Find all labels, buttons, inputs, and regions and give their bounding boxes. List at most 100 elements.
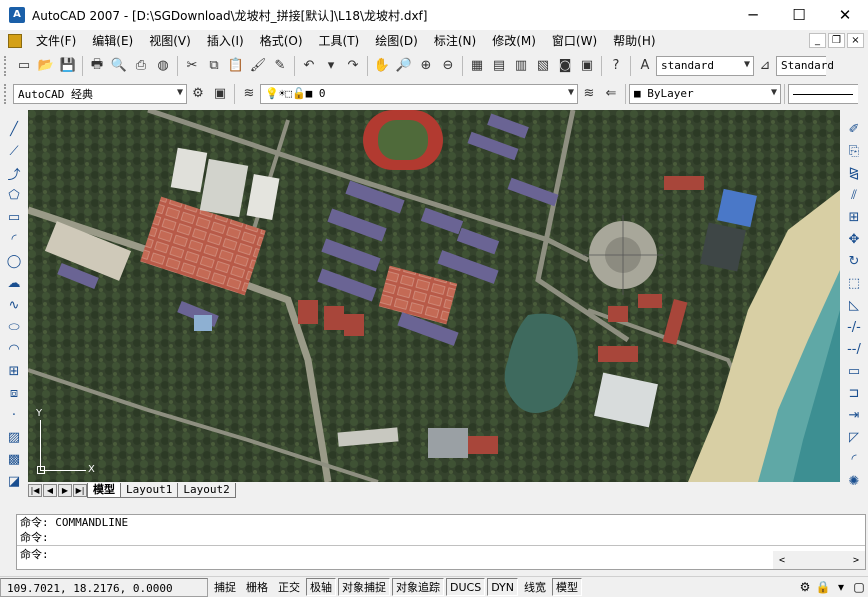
region-icon[interactable]: ◪ [3, 470, 25, 492]
spline-icon[interactable]: ∿ [3, 294, 25, 316]
join-icon[interactable]: ⇥ [843, 404, 865, 426]
tab-layout1[interactable]: Layout1 [120, 482, 179, 498]
calculator-icon[interactable]: ▣ [576, 55, 598, 77]
layer-select[interactable]: 💡☀⬚🔓■ 0 ▼ [260, 83, 578, 104]
match-properties-icon[interactable]: 🖌 [247, 55, 269, 77]
model-toggle[interactable]: 模型 [552, 578, 583, 596]
maximize-button[interactable]: ☐ [776, 0, 822, 30]
command-history[interactable]: 命令: COMMANDLINE 命令: 命令: < > [16, 514, 866, 570]
break-at-point-icon[interactable]: ▭ [843, 360, 865, 382]
design-center-icon[interactable]: ▤ [488, 55, 510, 77]
construction-line-icon[interactable]: ⟋ [3, 140, 25, 162]
doc-restore-button[interactable]: ❐ [828, 33, 845, 48]
cut-icon[interactable]: ✂ [181, 55, 203, 77]
move-icon[interactable]: ✥ [843, 228, 865, 250]
pan-icon[interactable]: ✋ [371, 55, 393, 77]
point-icon[interactable]: · [3, 404, 25, 426]
rotate-icon[interactable]: ↻ [843, 250, 865, 272]
extend-icon[interactable]: --/ [843, 338, 865, 360]
text-style-select[interactable]: standard ▼ [656, 55, 754, 76]
drawing-canvas[interactable]: Y X [28, 110, 840, 482]
markup-icon[interactable]: ◙ [554, 55, 576, 77]
scroll-left-icon[interactable]: < [779, 555, 785, 566]
zoom-realtime-icon[interactable]: 🔎 [393, 55, 415, 77]
snap-toggle[interactable]: 捕捉 [210, 578, 240, 596]
document-icon[interactable] [8, 34, 22, 48]
gradient-icon[interactable]: ▩ [3, 448, 25, 470]
menu-tools[interactable]: 工具(T) [311, 30, 368, 52]
rectangle-icon[interactable]: ▭ [3, 206, 25, 228]
trim-icon[interactable]: -/- [843, 316, 865, 338]
stretch-icon[interactable]: ◺ [843, 294, 865, 316]
revision-cloud-icon[interactable]: ☁ [3, 272, 25, 294]
clean-screen-icon[interactable]: ▢ [850, 578, 868, 596]
autocad-icon[interactable]: A [9, 7, 25, 23]
publish-icon[interactable]: ⎙ [130, 55, 152, 77]
chamfer-icon[interactable]: ◸ [843, 426, 865, 448]
menu-view[interactable]: 视图(V) [141, 30, 199, 52]
close-button[interactable]: ✕ [822, 0, 868, 30]
first-tab-button[interactable]: |◀ [28, 483, 42, 497]
3d-dwf-icon[interactable]: ◍ [152, 55, 174, 77]
make-layer-current-icon[interactable]: ≋ [578, 83, 600, 105]
insert-block-icon[interactable]: ⊞ [3, 360, 25, 382]
help-icon[interactable]: ? [605, 55, 627, 77]
properties-icon[interactable]: ▦ [466, 55, 488, 77]
menu-file[interactable]: 文件(F) [28, 30, 84, 52]
open-file-icon[interactable]: 📂 [35, 55, 57, 77]
sheet-set-icon[interactable]: ▧ [532, 55, 554, 77]
make-block-icon[interactable]: ⧈ [3, 382, 25, 404]
menu-edit[interactable]: 编辑(E) [84, 30, 141, 52]
menu-draw[interactable]: 绘图(D) [367, 30, 426, 52]
undo-icon[interactable]: ↶ [298, 55, 320, 77]
doc-close-button[interactable]: × [847, 33, 864, 48]
ducs-toggle[interactable]: DUCS [446, 578, 486, 596]
ellipse-arc-icon[interactable]: ◠ [3, 338, 25, 360]
redo-icon[interactable]: ↷ [342, 55, 364, 77]
menu-format[interactable]: 格式(O) [252, 30, 311, 52]
command-input[interactable]: 命令: [17, 545, 865, 563]
osnap-toggle[interactable]: 对象捕捉 [338, 578, 390, 596]
arc-icon[interactable]: ◜ [3, 228, 25, 250]
toolbar-grip[interactable] [4, 55, 10, 76]
toolbar-lock-icon[interactable]: 🔒 [814, 578, 832, 596]
zoom-window-icon[interactable]: ⊕ [415, 55, 437, 77]
tab-model[interactable]: 模型 [87, 482, 121, 498]
menu-help[interactable]: 帮助(H) [605, 30, 663, 52]
coordinate-display[interactable]: 109.7021, 18.2176, 0.0000 [0, 577, 208, 597]
hatch-icon[interactable]: ▨ [3, 426, 25, 448]
ortho-toggle[interactable]: 正交 [274, 578, 304, 596]
layer-previous-icon[interactable]: ⇐ [600, 83, 622, 105]
scroll-right-icon[interactable]: > [853, 555, 859, 566]
line-icon[interactable]: ╱ [3, 118, 25, 140]
print-icon[interactable]: 🖶 [86, 55, 108, 77]
array-icon[interactable]: ⊞ [843, 206, 865, 228]
fillet-icon[interactable]: ◜ [843, 448, 865, 470]
doc-minimize-button[interactable]: _ [809, 33, 826, 48]
circle-icon[interactable]: ◯ [3, 250, 25, 272]
communication-center-icon[interactable]: ⚙ [796, 578, 814, 596]
break-icon[interactable]: ⊐ [843, 382, 865, 404]
copy-icon[interactable]: ⧉ [203, 55, 225, 77]
save-icon[interactable]: 💾 [57, 55, 79, 77]
explode-icon[interactable]: ✺ [843, 470, 865, 492]
command-scrollbar[interactable]: < > [773, 551, 865, 569]
polygon-icon[interactable]: ⬠ [3, 184, 25, 206]
polar-toggle[interactable]: 极轴 [306, 578, 336, 596]
ellipse-icon[interactable]: ⬭ [3, 316, 25, 338]
mirror-icon[interactable]: ⧎ [843, 162, 865, 184]
menu-insert[interactable]: 插入(I) [199, 30, 252, 52]
workspace-settings-icon[interactable]: ⚙ [187, 83, 209, 105]
new-file-icon[interactable]: ▭ [13, 55, 35, 77]
prev-tab-button[interactable]: ◀ [43, 483, 57, 497]
workspace-select[interactable]: AutoCAD 经典 ▼ [13, 83, 187, 104]
scale-icon[interactable]: ⬚ [843, 272, 865, 294]
menu-modify[interactable]: 修改(M) [484, 30, 544, 52]
linetype-select[interactable] [788, 83, 858, 104]
block-editor-icon[interactable]: ✎ [269, 55, 291, 77]
zoom-previous-icon[interactable]: ⊖ [437, 55, 459, 77]
dim-style-select[interactable]: Standard [776, 55, 834, 76]
color-select[interactable]: ■ ByLayer ▼ [629, 83, 781, 104]
menu-window[interactable]: 窗口(W) [544, 30, 605, 52]
tab-layout2[interactable]: Layout2 [177, 482, 236, 498]
